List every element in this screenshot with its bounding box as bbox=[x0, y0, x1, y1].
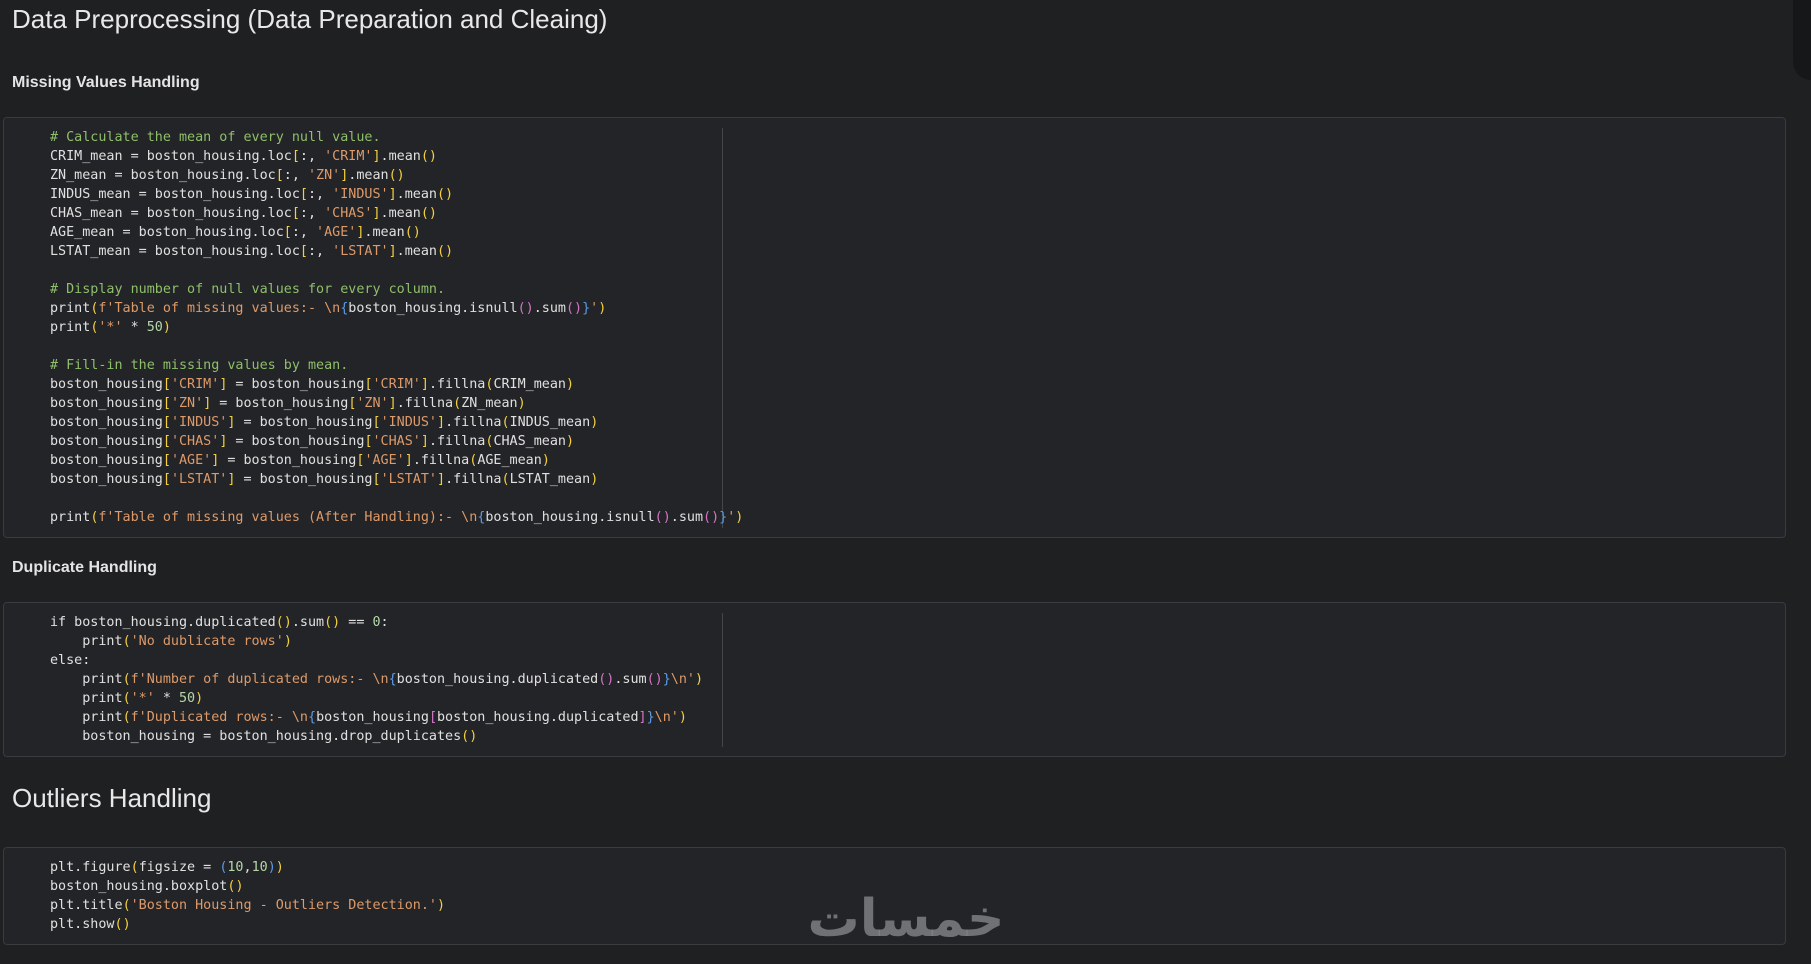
code-line[interactable]: print('No dublicate rows') bbox=[50, 632, 703, 651]
code-line[interactable]: boston_housing.boxplot() bbox=[50, 877, 445, 896]
code-line[interactable]: # Display number of null values for ever… bbox=[50, 280, 743, 299]
code-line[interactable]: LSTAT_mean = boston_housing.loc[:, 'LSTA… bbox=[50, 242, 743, 261]
code-line[interactable]: plt.title('Boston Housing - Outliers Det… bbox=[50, 896, 445, 915]
section-title-outliers: Outliers Handling bbox=[12, 783, 212, 813]
code-line[interactable]: CRIM_mean = boston_housing.loc[:, 'CRIM'… bbox=[50, 147, 743, 166]
code-editor-outliers[interactable]: plt.figure(figsize = (10,10)) boston_hous… bbox=[50, 858, 445, 934]
khamsat-logo-icon: خمسات bbox=[796, 888, 1016, 949]
code-line[interactable]: print('*' * 50) bbox=[50, 318, 743, 337]
code-line[interactable]: boston_housing['ZN'] = boston_housing['Z… bbox=[50, 394, 743, 413]
code-line[interactable] bbox=[50, 337, 743, 356]
code-line[interactable]: INDUS_mean = boston_housing.loc[:, 'INDU… bbox=[50, 185, 743, 204]
code-line[interactable]: else: bbox=[50, 651, 703, 670]
code-line[interactable]: AGE_mean = boston_housing.loc[:, 'AGE'].… bbox=[50, 223, 743, 242]
watermark-text: خمسات bbox=[807, 889, 1004, 948]
code-line[interactable]: if boston_housing.duplicated().sum() == … bbox=[50, 613, 703, 632]
code-line[interactable]: boston_housing['CRIM'] = boston_housing[… bbox=[50, 375, 743, 394]
code-line[interactable]: # Calculate the mean of every null value… bbox=[50, 128, 743, 147]
code-line[interactable]: print(f'Table of missing values:- \n{bos… bbox=[50, 299, 743, 318]
code-line[interactable]: print(f'Number of duplicated rows:- \n{b… bbox=[50, 670, 703, 689]
code-line[interactable]: boston_housing['INDUS'] = boston_housing… bbox=[50, 413, 743, 432]
code-cell-duplicate[interactable]: if boston_housing.duplicated().sum() == … bbox=[3, 602, 1786, 757]
code-line[interactable] bbox=[50, 261, 743, 280]
notebook-page: Data Preprocessing (Data Preparation and… bbox=[0, 0, 1811, 964]
code-line[interactable]: boston_housing['LSTAT'] = boston_housing… bbox=[50, 470, 743, 489]
page-title: Data Preprocessing (Data Preparation and… bbox=[12, 4, 608, 34]
code-cell-missing-values[interactable]: # Calculate the mean of every null value… bbox=[3, 117, 1786, 538]
line-length-ruler bbox=[722, 613, 723, 747]
section-title-missing-values: Missing Values Handling bbox=[12, 74, 200, 91]
code-line[interactable]: # Fill-in the missing values by mean. bbox=[50, 356, 743, 375]
section-title-duplicate: Duplicate Handling bbox=[12, 559, 157, 576]
code-line[interactable]: plt.show() bbox=[50, 915, 445, 934]
code-line[interactable]: boston_housing['AGE'] = boston_housing['… bbox=[50, 451, 743, 470]
code-line[interactable]: print(f'Table of missing values (After H… bbox=[50, 508, 743, 527]
code-editor-duplicate[interactable]: if boston_housing.duplicated().sum() == … bbox=[50, 613, 703, 746]
code-line[interactable]: print('*' * 50) bbox=[50, 689, 703, 708]
scrollbar[interactable] bbox=[1793, 0, 1811, 80]
code-line[interactable] bbox=[50, 489, 743, 508]
code-line[interactable]: ZN_mean = boston_housing.loc[:, 'ZN'].me… bbox=[50, 166, 743, 185]
code-line[interactable]: plt.figure(figsize = (10,10)) bbox=[50, 858, 445, 877]
code-line[interactable]: boston_housing = boston_housing.drop_dup… bbox=[50, 727, 703, 746]
code-line[interactable]: CHAS_mean = boston_housing.loc[:, 'CHAS'… bbox=[50, 204, 743, 223]
code-line[interactable]: print(f'Duplicated rows:- \n{boston_hous… bbox=[50, 708, 703, 727]
code-line[interactable]: boston_housing['CHAS'] = boston_housing[… bbox=[50, 432, 743, 451]
code-editor-missing-values[interactable]: # Calculate the mean of every null value… bbox=[50, 128, 743, 527]
